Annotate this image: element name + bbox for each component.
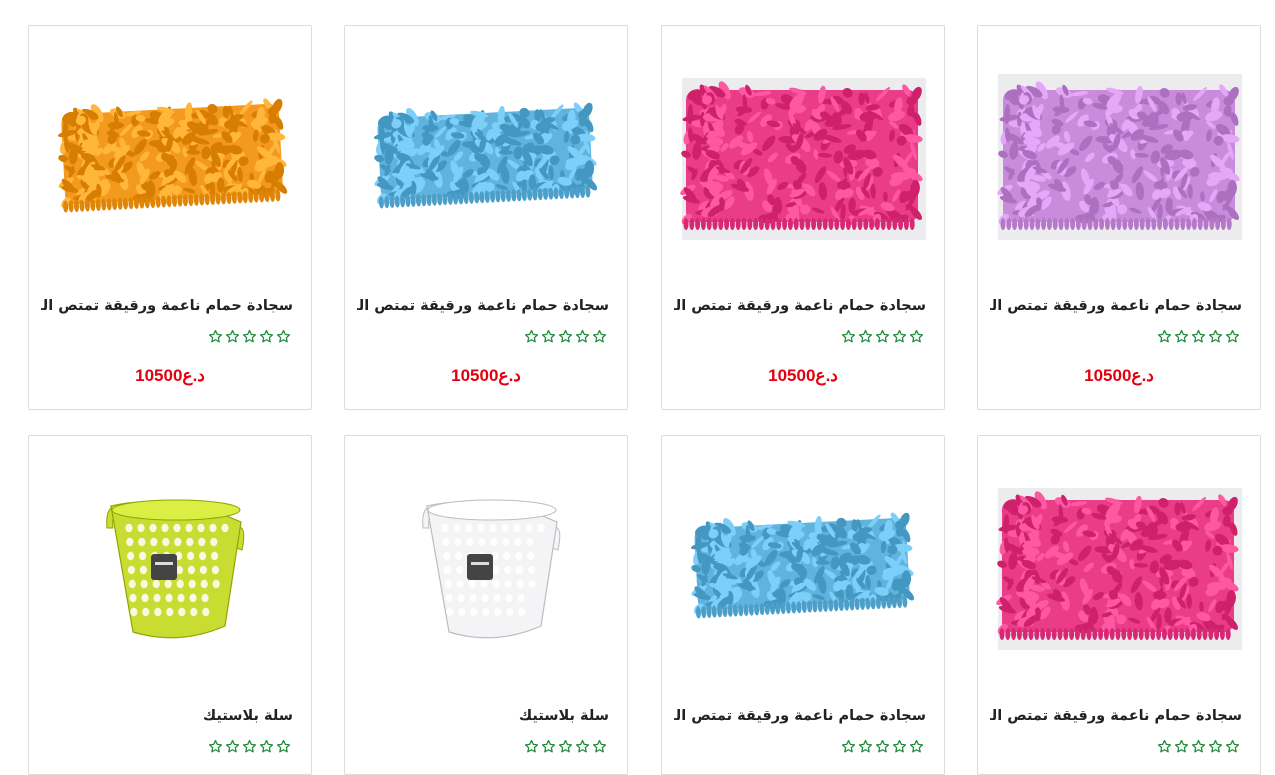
star-icon bbox=[575, 329, 590, 343]
product-title[interactable]: سجادة حمام ناعمة ورقيقة تمتص الماء ... bbox=[990, 298, 1242, 314]
star-icon bbox=[875, 739, 890, 753]
product-card[interactable]: سجادة حمام ناعمة ورقيقة تمتص الماء ... 1… bbox=[661, 25, 945, 410]
star-icon bbox=[1191, 329, 1206, 343]
rating-stars bbox=[662, 329, 924, 345]
star-icon bbox=[592, 739, 607, 753]
star-icon bbox=[892, 739, 907, 753]
rating-stars bbox=[345, 329, 607, 345]
star-icon bbox=[858, 329, 873, 343]
star-icon bbox=[242, 329, 257, 343]
star-icon bbox=[276, 739, 291, 753]
star-icon bbox=[875, 329, 890, 343]
product-title[interactable]: سلة بلاستيك bbox=[41, 708, 293, 724]
product-card[interactable]: سجادة حمام ناعمة ورقيقة تمتص الماء ... 1… bbox=[344, 25, 628, 410]
star-icon bbox=[1174, 739, 1189, 753]
product-card[interactable]: سجادة حمام ناعمة ورقيقة تمتص الماء ... 1… bbox=[28, 25, 312, 410]
product-image[interactable] bbox=[29, 436, 311, 698]
star-icon bbox=[1225, 329, 1240, 343]
product-price: 10500د.ع bbox=[135, 366, 205, 385]
star-icon bbox=[208, 329, 223, 343]
rating-stars bbox=[978, 329, 1240, 345]
product-title[interactable]: سجادة حمام ناعمة ورقيقة تمتص الماء ... bbox=[674, 298, 926, 314]
pink-shaggy-bath-mat-image bbox=[680, 78, 926, 240]
star-icon bbox=[575, 739, 590, 753]
star-icon bbox=[909, 329, 924, 343]
star-icon bbox=[524, 329, 539, 343]
star-icon bbox=[1157, 739, 1172, 753]
product-price: 10500د.ع bbox=[451, 366, 521, 385]
product-image[interactable] bbox=[345, 436, 627, 698]
rating-stars bbox=[29, 329, 291, 345]
star-icon bbox=[1191, 739, 1206, 753]
product-price: 10500د.ع bbox=[1084, 366, 1154, 385]
lilac-shaggy-bath-mat-image bbox=[997, 74, 1242, 240]
orange-shaggy-bath-mat-image bbox=[57, 98, 288, 213]
product-image[interactable] bbox=[978, 436, 1260, 698]
star-icon bbox=[1157, 329, 1172, 343]
white-plastic-basket-image bbox=[422, 499, 561, 639]
product-image[interactable] bbox=[978, 26, 1260, 288]
star-icon bbox=[841, 739, 856, 753]
product-title[interactable]: سلة بلاستيك bbox=[357, 708, 609, 724]
rating-stars bbox=[662, 739, 924, 755]
star-icon bbox=[1174, 329, 1189, 343]
star-icon bbox=[259, 739, 274, 753]
product-card[interactable]: سجادة حمام ناعمة ورقيقة تمتص الماء ... 1… bbox=[977, 25, 1261, 410]
star-icon bbox=[558, 329, 573, 343]
star-icon bbox=[225, 329, 240, 343]
product-grid: سجادة حمام ناعمة ورقيقة تمتص الماء ... 1… bbox=[0, 0, 1275, 775]
star-icon bbox=[259, 329, 274, 343]
star-icon bbox=[242, 739, 257, 753]
lime-plastic-basket-image bbox=[106, 499, 245, 639]
product-image[interactable] bbox=[662, 436, 944, 698]
star-icon bbox=[1208, 329, 1223, 343]
star-icon bbox=[225, 739, 240, 753]
pink-shaggy-bath-mat-image bbox=[996, 488, 1242, 650]
rating-stars bbox=[29, 739, 291, 755]
star-icon bbox=[858, 739, 873, 753]
star-icon bbox=[841, 329, 856, 343]
star-icon bbox=[558, 739, 573, 753]
product-image[interactable] bbox=[29, 26, 311, 288]
star-icon bbox=[541, 329, 556, 343]
product-title[interactable]: سجادة حمام ناعمة ورقيقة تمتص الماء ... bbox=[990, 708, 1242, 724]
star-icon bbox=[909, 739, 924, 753]
product-title[interactable]: سجادة حمام ناعمة ورقيقة تمتص الماء ... bbox=[357, 298, 609, 314]
blue-shaggy-bath-mat-image bbox=[690, 512, 915, 619]
star-icon bbox=[524, 739, 539, 753]
product-price: 10500د.ع bbox=[768, 366, 838, 385]
product-title[interactable]: سجادة حمام ناعمة ورقيقة تمتص الماء ... bbox=[41, 298, 293, 314]
star-icon bbox=[1208, 739, 1223, 753]
rating-stars bbox=[345, 739, 607, 755]
star-icon bbox=[1225, 739, 1240, 753]
product-card[interactable]: سجادة حمام ناعمة ورقيقة تمتص الماء ... bbox=[977, 435, 1261, 775]
rating-stars bbox=[978, 739, 1240, 755]
star-icon bbox=[592, 329, 607, 343]
product-card[interactable]: سلة بلاستيك bbox=[344, 435, 628, 775]
product-image[interactable] bbox=[662, 26, 944, 288]
product-title[interactable]: سجادة حمام ناعمة ورقيقة تمتص الماء ... bbox=[674, 708, 926, 724]
product-card[interactable]: سجادة حمام ناعمة ورقيقة تمتص الماء ... bbox=[661, 435, 945, 775]
star-icon bbox=[892, 329, 907, 343]
star-icon bbox=[541, 739, 556, 753]
star-icon bbox=[276, 329, 291, 343]
star-icon bbox=[208, 739, 223, 753]
blue-shaggy-bath-mat-image bbox=[373, 102, 598, 209]
product-image[interactable] bbox=[345, 26, 627, 288]
product-card[interactable]: سلة بلاستيك bbox=[28, 435, 312, 775]
